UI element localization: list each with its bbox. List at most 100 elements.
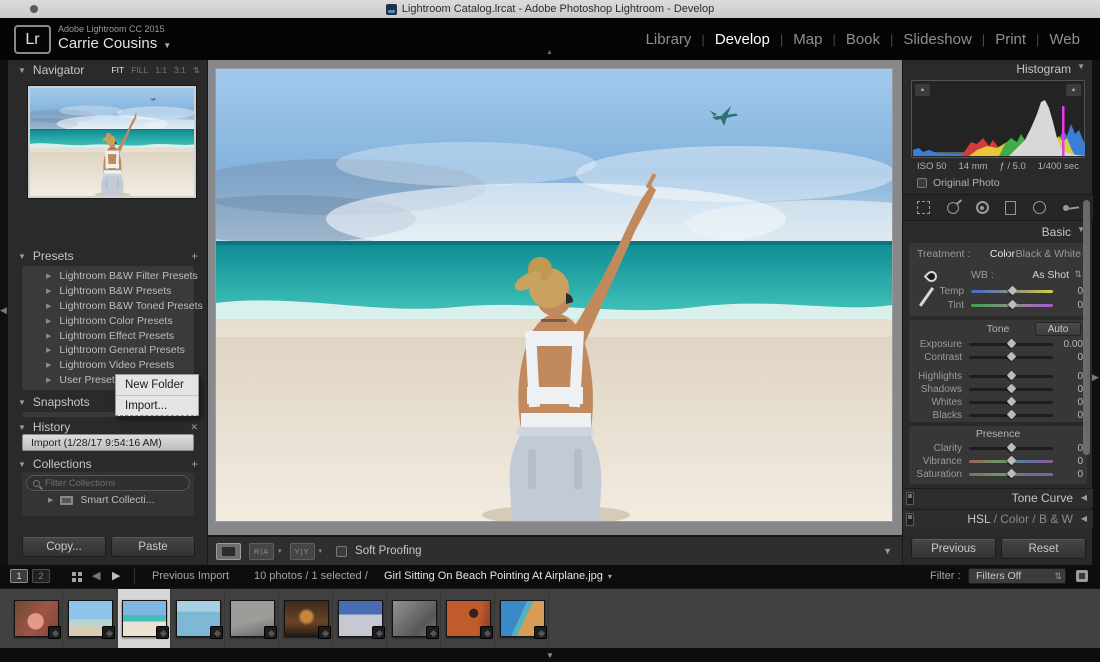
copy-button[interactable]: Copy... [22,537,106,557]
adjustment-brush-tool-icon[interactable] [1063,201,1079,214]
navigator-panel-header[interactable]: ▼ Navigator FIT FILL 1:1 3:1 ⇅ [8,62,208,78]
filmstrip-cell-selected[interactable] [118,589,171,649]
radial-filter-tool-icon[interactable] [1033,201,1046,214]
split-view-dropdown-icon[interactable]: ▾ [319,547,323,555]
window-close-button[interactable] [30,5,38,13]
grid-view-icon[interactable] [72,572,76,576]
identity-plate[interactable]: Carrie Cousins▼ [58,35,171,52]
wb-picker-icon[interactable]: ⇅ [1074,269,1082,280]
zoom-fill[interactable]: FILL [131,65,148,76]
right-panel-scrollbar[interactable] [1083,200,1090,455]
filter-toggle-icon[interactable] [1076,570,1088,582]
filmstrip-cell[interactable] [388,589,441,649]
preset-folder[interactable]: ▶Lightroom Color Presets [22,313,194,328]
current-filename[interactable]: Girl Sitting On Beach Pointing At Airpla… [384,570,612,582]
preset-folder[interactable]: ▶Lightroom B&W Toned Presets [22,299,194,314]
primary-monitor-button[interactable]: 1 [10,569,28,583]
basic-panel-header[interactable]: Basic ▼ [903,225,1093,241]
create-collection-icon[interactable]: + [191,457,198,471]
thumbnail-photo-9[interactable] [446,600,491,637]
zoom-fit[interactable]: FIT [111,65,124,76]
secondary-monitor-button[interactable]: 2 [32,569,50,583]
soft-proofing-checkbox[interactable] [336,546,347,557]
filmstrip-cell[interactable] [172,589,225,649]
slider-thumb[interactable] [1006,371,1016,381]
histogram[interactable]: ▲ ▲ [911,80,1085,158]
filter-dropdown[interactable]: Filters Off⇅ [968,568,1066,584]
filmstrip-cell[interactable] [10,589,63,649]
shadows-slider-track[interactable] [969,388,1053,391]
history-step[interactable]: Import (1/28/17 9:54:16 AM) [22,434,194,451]
module-web[interactable]: Web [1039,31,1090,48]
collections-filter-input[interactable] [45,478,165,489]
tone-curve-panel-header[interactable]: Tone Curve ◀ [903,488,1093,507]
thumbnail-photo-4[interactable] [176,600,221,637]
thumbnail-photo-1[interactable] [14,600,59,637]
wb-value[interactable]: As Shot [1032,269,1069,281]
slider-thumb[interactable] [1006,456,1016,466]
preset-folder[interactable]: ▶Lightroom B&W Filter Presets [22,269,194,284]
create-preset-icon[interactable]: + [191,249,198,263]
filmstrip-cell[interactable] [496,589,549,649]
before-after-tb-button[interactable]: Y|Y [290,543,315,560]
paste-button[interactable]: Paste [111,537,195,557]
slider-thumb[interactable] [1006,352,1016,362]
next-photo-icon[interactable]: ▶ [112,569,120,582]
zoom-1-1[interactable]: 1:1 [155,65,167,76]
filmstrip-cell[interactable] [442,589,495,649]
tint-slider-track[interactable] [971,304,1053,307]
thumbnail-photo-10[interactable] [500,600,545,637]
previous-button[interactable]: Previous [911,539,996,559]
collapse-left-panel-icon[interactable]: ◀ [0,305,7,316]
clarity-slider-track[interactable] [969,447,1053,450]
collapse-right-panel-icon[interactable]: ▶ [1092,372,1099,383]
crop-tool-icon[interactable] [917,201,930,214]
highlight-clipping-indicator[interactable]: ▲ [1066,84,1081,96]
panel-toggle-switch[interactable] [906,513,914,526]
treatment-black-white[interactable]: Black & White [1007,248,1081,260]
slider-thumb[interactable] [1006,384,1016,394]
preset-folder[interactable]: ▶Lightroom General Presets [22,343,194,358]
temp-slider-track[interactable] [971,290,1053,293]
whites-slider-track[interactable] [969,401,1053,404]
filmstrip-cell[interactable] [334,589,387,649]
auto-tone-button[interactable]: Auto [1035,322,1081,336]
slider-thumb[interactable] [1006,397,1016,407]
slider-thumb[interactable] [1006,469,1016,479]
thumbnail-photo-3-selected[interactable] [122,600,167,637]
previous-photo-icon[interactable]: ◀ [92,569,100,582]
shadow-clipping-indicator[interactable]: ▲ [915,84,930,96]
slider-thumb[interactable] [1006,339,1016,349]
module-book[interactable]: Book [836,31,890,48]
module-slideshow[interactable]: Slideshow [893,31,981,48]
before-after-dropdown-icon[interactable]: ▾ [278,547,282,555]
before-after-lr-button[interactable]: R|A [249,543,274,560]
hsl-panel-header[interactable]: HSL / Color / B & W ◀ [903,509,1093,528]
history-panel-header[interactable]: ▼ History ✕ [8,419,208,435]
saturation-slider-track[interactable] [969,473,1053,476]
module-map[interactable]: Map [783,31,832,48]
preset-folder[interactable]: ▶Lightroom Video Presets [22,358,194,373]
clear-history-icon[interactable]: ✕ [190,422,198,433]
blacks-slider-track[interactable] [969,414,1053,417]
spot-removal-tool-icon[interactable] [947,202,959,214]
source-label[interactable]: Previous Import [152,570,229,582]
filmstrip-cell[interactable] [64,589,117,649]
slider-thumb[interactable] [1007,286,1017,296]
highlights-slider-track[interactable] [969,375,1053,378]
collection-item-smart[interactable]: ▶ Smart Collecti... [26,491,190,509]
photo-canvas[interactable] [215,68,893,522]
slider-thumb[interactable] [1006,410,1016,420]
menu-item-new-folder[interactable]: New Folder [116,375,198,395]
toolbar-options-icon[interactable]: ▼ [883,546,892,556]
slider-thumb[interactable] [1007,300,1017,310]
module-print[interactable]: Print [985,31,1036,48]
contrast-slider-track[interactable] [969,356,1053,359]
zoom-ratio-picker-icon[interactable]: ⇅ [193,65,200,76]
thumbnail-photo-6[interactable] [284,600,329,637]
exposure-slider-track[interactable] [969,343,1053,346]
collapse-filmstrip-icon[interactable]: ▼ [546,651,554,660]
histogram-panel-header[interactable]: Histogram ▼ [903,62,1093,78]
slider-thumb[interactable] [1006,443,1016,453]
red-eye-tool-icon[interactable] [976,201,989,214]
